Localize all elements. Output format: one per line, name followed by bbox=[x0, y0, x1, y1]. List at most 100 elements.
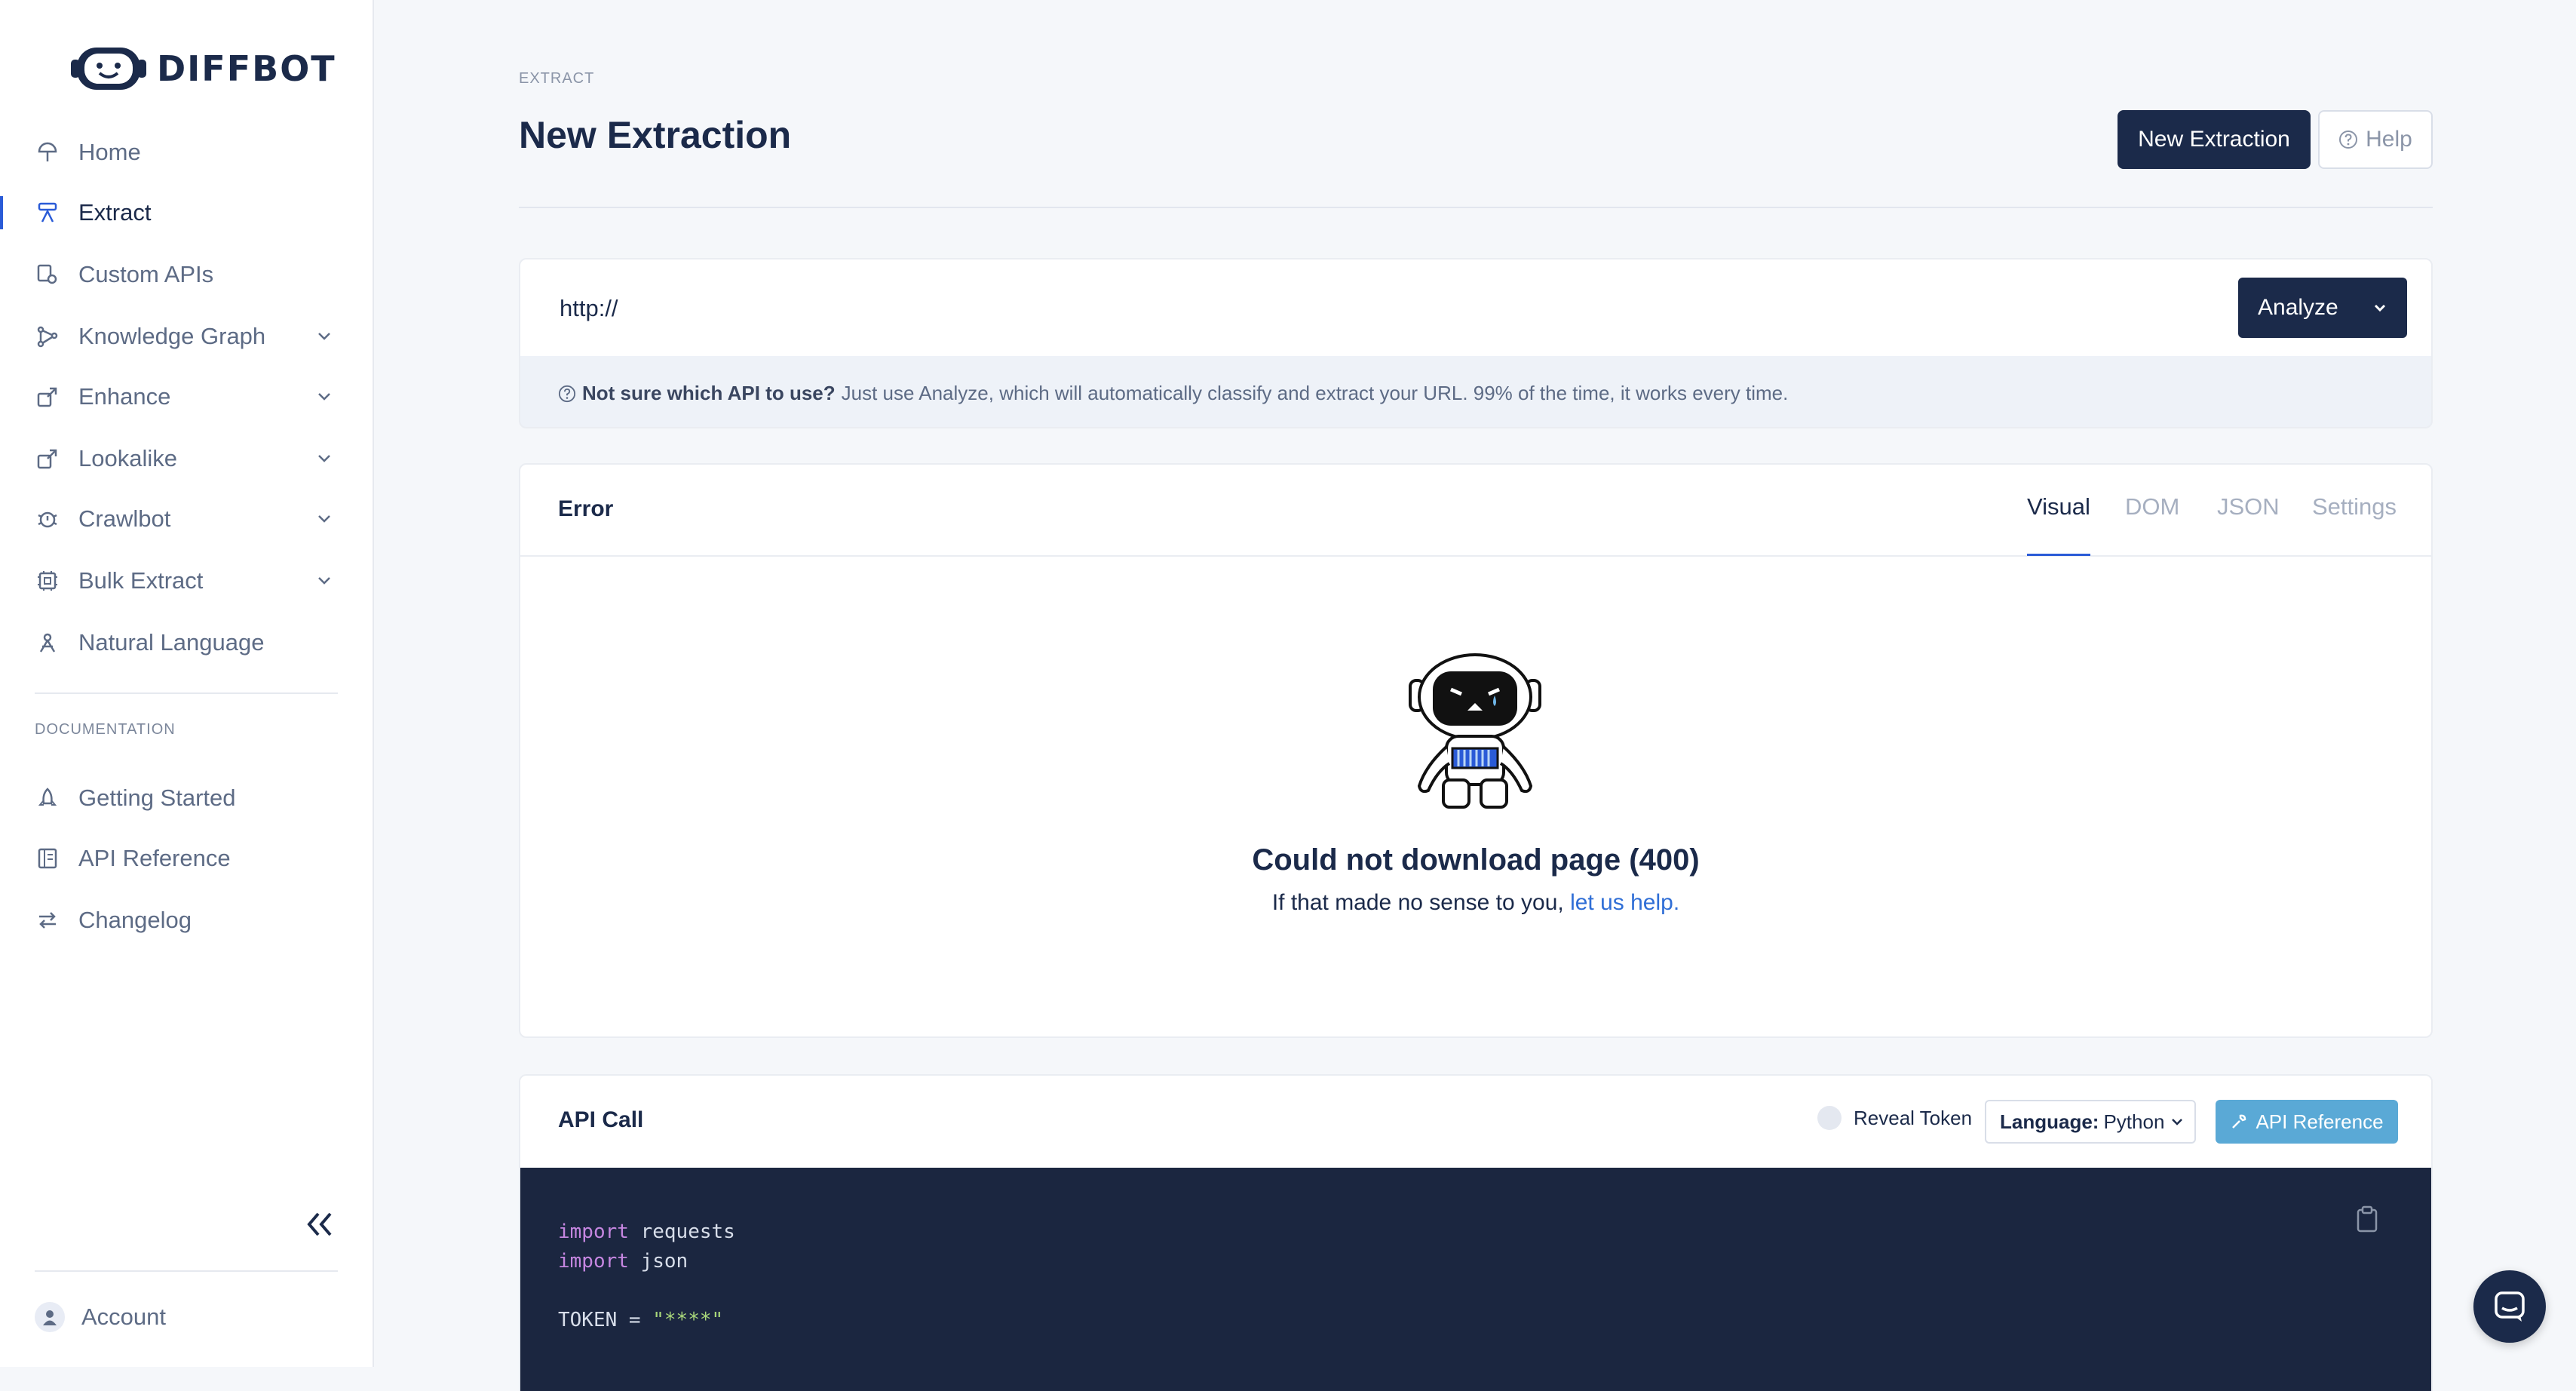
sidebar-divider bbox=[35, 692, 338, 694]
new-extraction-button[interactable]: New Extraction bbox=[2118, 110, 2311, 169]
chevron-down-icon bbox=[2172, 1119, 2183, 1125]
robot-logo-icon bbox=[71, 48, 146, 90]
sidebar-item-label: Getting Started bbox=[78, 785, 236, 811]
toggle-switch[interactable] bbox=[1817, 1106, 1842, 1130]
home-icon bbox=[35, 140, 60, 165]
sidebar-item-label: Bulk Extract bbox=[78, 567, 204, 594]
language-value: Python bbox=[2103, 1110, 2165, 1133]
active-tab-indicator bbox=[2027, 554, 2090, 556]
code-block[interactable]: import requests import json TOKEN = "***… bbox=[520, 1168, 2431, 1391]
sidebar-item-label: API Reference bbox=[78, 845, 231, 871]
sidebar: DIFFBOT Home Extract Custom APIs Knowled… bbox=[0, 0, 374, 1367]
sidebar-item-label: Knowledge Graph bbox=[78, 323, 266, 349]
reveal-token-toggle[interactable]: Reveal Token bbox=[1817, 1106, 1972, 1130]
code-keyword: import bbox=[558, 1250, 629, 1273]
enhance-icon bbox=[35, 384, 60, 410]
sidebar-divider bbox=[35, 1270, 338, 1272]
sidebar-item-label: Extract bbox=[78, 199, 152, 226]
help-circle-icon bbox=[2339, 131, 2358, 149]
sidebar-item-crawlbot[interactable]: Crawlbot bbox=[0, 489, 374, 549]
wrench-icon bbox=[2232, 1114, 2246, 1128]
sidebar-item-home[interactable]: Home bbox=[0, 122, 374, 183]
code-line: TOKEN = "****" bbox=[558, 1306, 2431, 1335]
page-title: New Extraction bbox=[519, 114, 792, 156]
account-label: Account bbox=[81, 1303, 167, 1330]
error-title: Could not download page (400) bbox=[1252, 843, 1700, 877]
graph-icon bbox=[35, 324, 60, 349]
sidebar-item-label: Lookalike bbox=[78, 445, 177, 471]
result-card-header: Error Visual DOM JSON Settings bbox=[520, 465, 2431, 557]
reveal-token-label: Reveal Token bbox=[1854, 1106, 1973, 1129]
code-string: "****" bbox=[652, 1309, 724, 1331]
tab-dom[interactable]: DOM bbox=[2125, 493, 2179, 520]
chevron-down-icon bbox=[318, 333, 330, 340]
sidebar-item-lookalike[interactable]: Lookalike bbox=[0, 428, 374, 489]
sidebar-item-bulk-extract[interactable]: Bulk Extract bbox=[0, 551, 374, 611]
chevron-down-icon bbox=[318, 393, 330, 401]
result-card: Error Visual DOM JSON Settings Could not… bbox=[519, 463, 2433, 1038]
sidebar-item-label: Custom APIs bbox=[78, 261, 214, 287]
error-subtitle-text: If that made no sense to you, bbox=[1271, 890, 1564, 915]
url-input-card: Analyze Not sure which API to use? Just … bbox=[519, 258, 2433, 428]
sidebar-item-api-reference[interactable]: API Reference bbox=[0, 828, 374, 889]
crawlbot-icon bbox=[35, 506, 60, 532]
chevron-down-icon bbox=[318, 515, 330, 523]
hint-bold: Not sure which API to use? bbox=[582, 382, 836, 404]
sidebar-item-label: Home bbox=[78, 139, 141, 165]
sidebar-item-getting-started[interactable]: Getting Started bbox=[0, 768, 374, 828]
language-icon bbox=[35, 630, 60, 656]
account-menu[interactable]: Account bbox=[35, 1302, 166, 1332]
code-line: import requests bbox=[558, 1218, 2431, 1247]
tab-visual[interactable]: Visual bbox=[2027, 493, 2090, 520]
header-divider bbox=[519, 207, 2433, 208]
result-title: Error bbox=[558, 496, 614, 521]
collapse-sidebar-icon[interactable] bbox=[302, 1207, 338, 1242]
sidebar-item-changelog[interactable]: Changelog bbox=[0, 890, 374, 950]
sidebar-item-label: Natural Language bbox=[78, 629, 265, 656]
sidebar-item-natural-language[interactable]: Natural Language bbox=[0, 613, 374, 673]
api-call-card: API Call Reveal Token Language: Python A… bbox=[519, 1074, 2433, 1391]
chat-support-button[interactable] bbox=[2473, 1270, 2546, 1343]
bulk-icon bbox=[35, 568, 60, 594]
url-input[interactable] bbox=[558, 285, 2145, 332]
sidebar-item-extract[interactable]: Extract bbox=[0, 183, 374, 243]
code-line: import json bbox=[558, 1247, 2431, 1276]
chat-icon bbox=[2495, 1291, 2525, 1322]
code-text: requests bbox=[628, 1221, 735, 1243]
extract-icon bbox=[35, 200, 60, 226]
chevron-down-icon bbox=[318, 455, 330, 462]
language-select[interactable]: Language: Python bbox=[1985, 1100, 2196, 1144]
clipboard-icon[interactable] bbox=[2356, 1205, 2378, 1233]
code-text: json bbox=[628, 1250, 688, 1273]
api-reference-button[interactable]: API Reference bbox=[2216, 1100, 2398, 1144]
help-label: Help bbox=[2366, 127, 2412, 152]
lookalike-icon bbox=[35, 446, 60, 471]
code-text: TOKEN = bbox=[558, 1309, 653, 1331]
sad-robot-illustration bbox=[1409, 653, 1541, 809]
code-keyword: import bbox=[558, 1221, 629, 1243]
url-row: Analyze bbox=[520, 259, 2431, 356]
sidebar-item-enhance[interactable]: Enhance bbox=[0, 367, 374, 427]
book-icon bbox=[35, 846, 60, 871]
sidebar-item-label: Crawlbot bbox=[78, 505, 171, 532]
custom-api-icon bbox=[35, 262, 60, 287]
diffbot-logo[interactable]: DIFFBOT bbox=[69, 42, 336, 95]
help-circle-icon bbox=[558, 385, 576, 402]
error-subtitle: If that made no sense to you, let us hel… bbox=[520, 890, 2431, 916]
sidebar-item-label: Enhance bbox=[78, 383, 171, 410]
tab-settings[interactable]: Settings bbox=[2312, 493, 2397, 520]
chevron-down-icon[interactable] bbox=[2369, 297, 2390, 318]
help-link[interactable]: let us help. bbox=[1570, 890, 1679, 915]
documentation-label: DOCUMENTATION bbox=[35, 721, 176, 738]
sidebar-item-custom-apis[interactable]: Custom APIs bbox=[0, 244, 374, 305]
user-icon bbox=[35, 1302, 65, 1332]
sidebar-item-label: Changelog bbox=[78, 907, 192, 933]
api-call-header: API Call Reveal Token Language: Python A… bbox=[520, 1076, 2431, 1168]
help-button[interactable]: Help bbox=[2318, 110, 2433, 169]
sidebar-item-knowledge-graph[interactable]: Knowledge Graph bbox=[0, 306, 374, 367]
analyze-button[interactable]: Analyze bbox=[2238, 278, 2407, 338]
tab-json[interactable]: JSON bbox=[2217, 493, 2280, 520]
hint-text: Just use Analyze, which will automatical… bbox=[841, 382, 1789, 404]
brand-name: DIFFBOT bbox=[157, 48, 336, 89]
language-label: Language: bbox=[2000, 1110, 2099, 1133]
